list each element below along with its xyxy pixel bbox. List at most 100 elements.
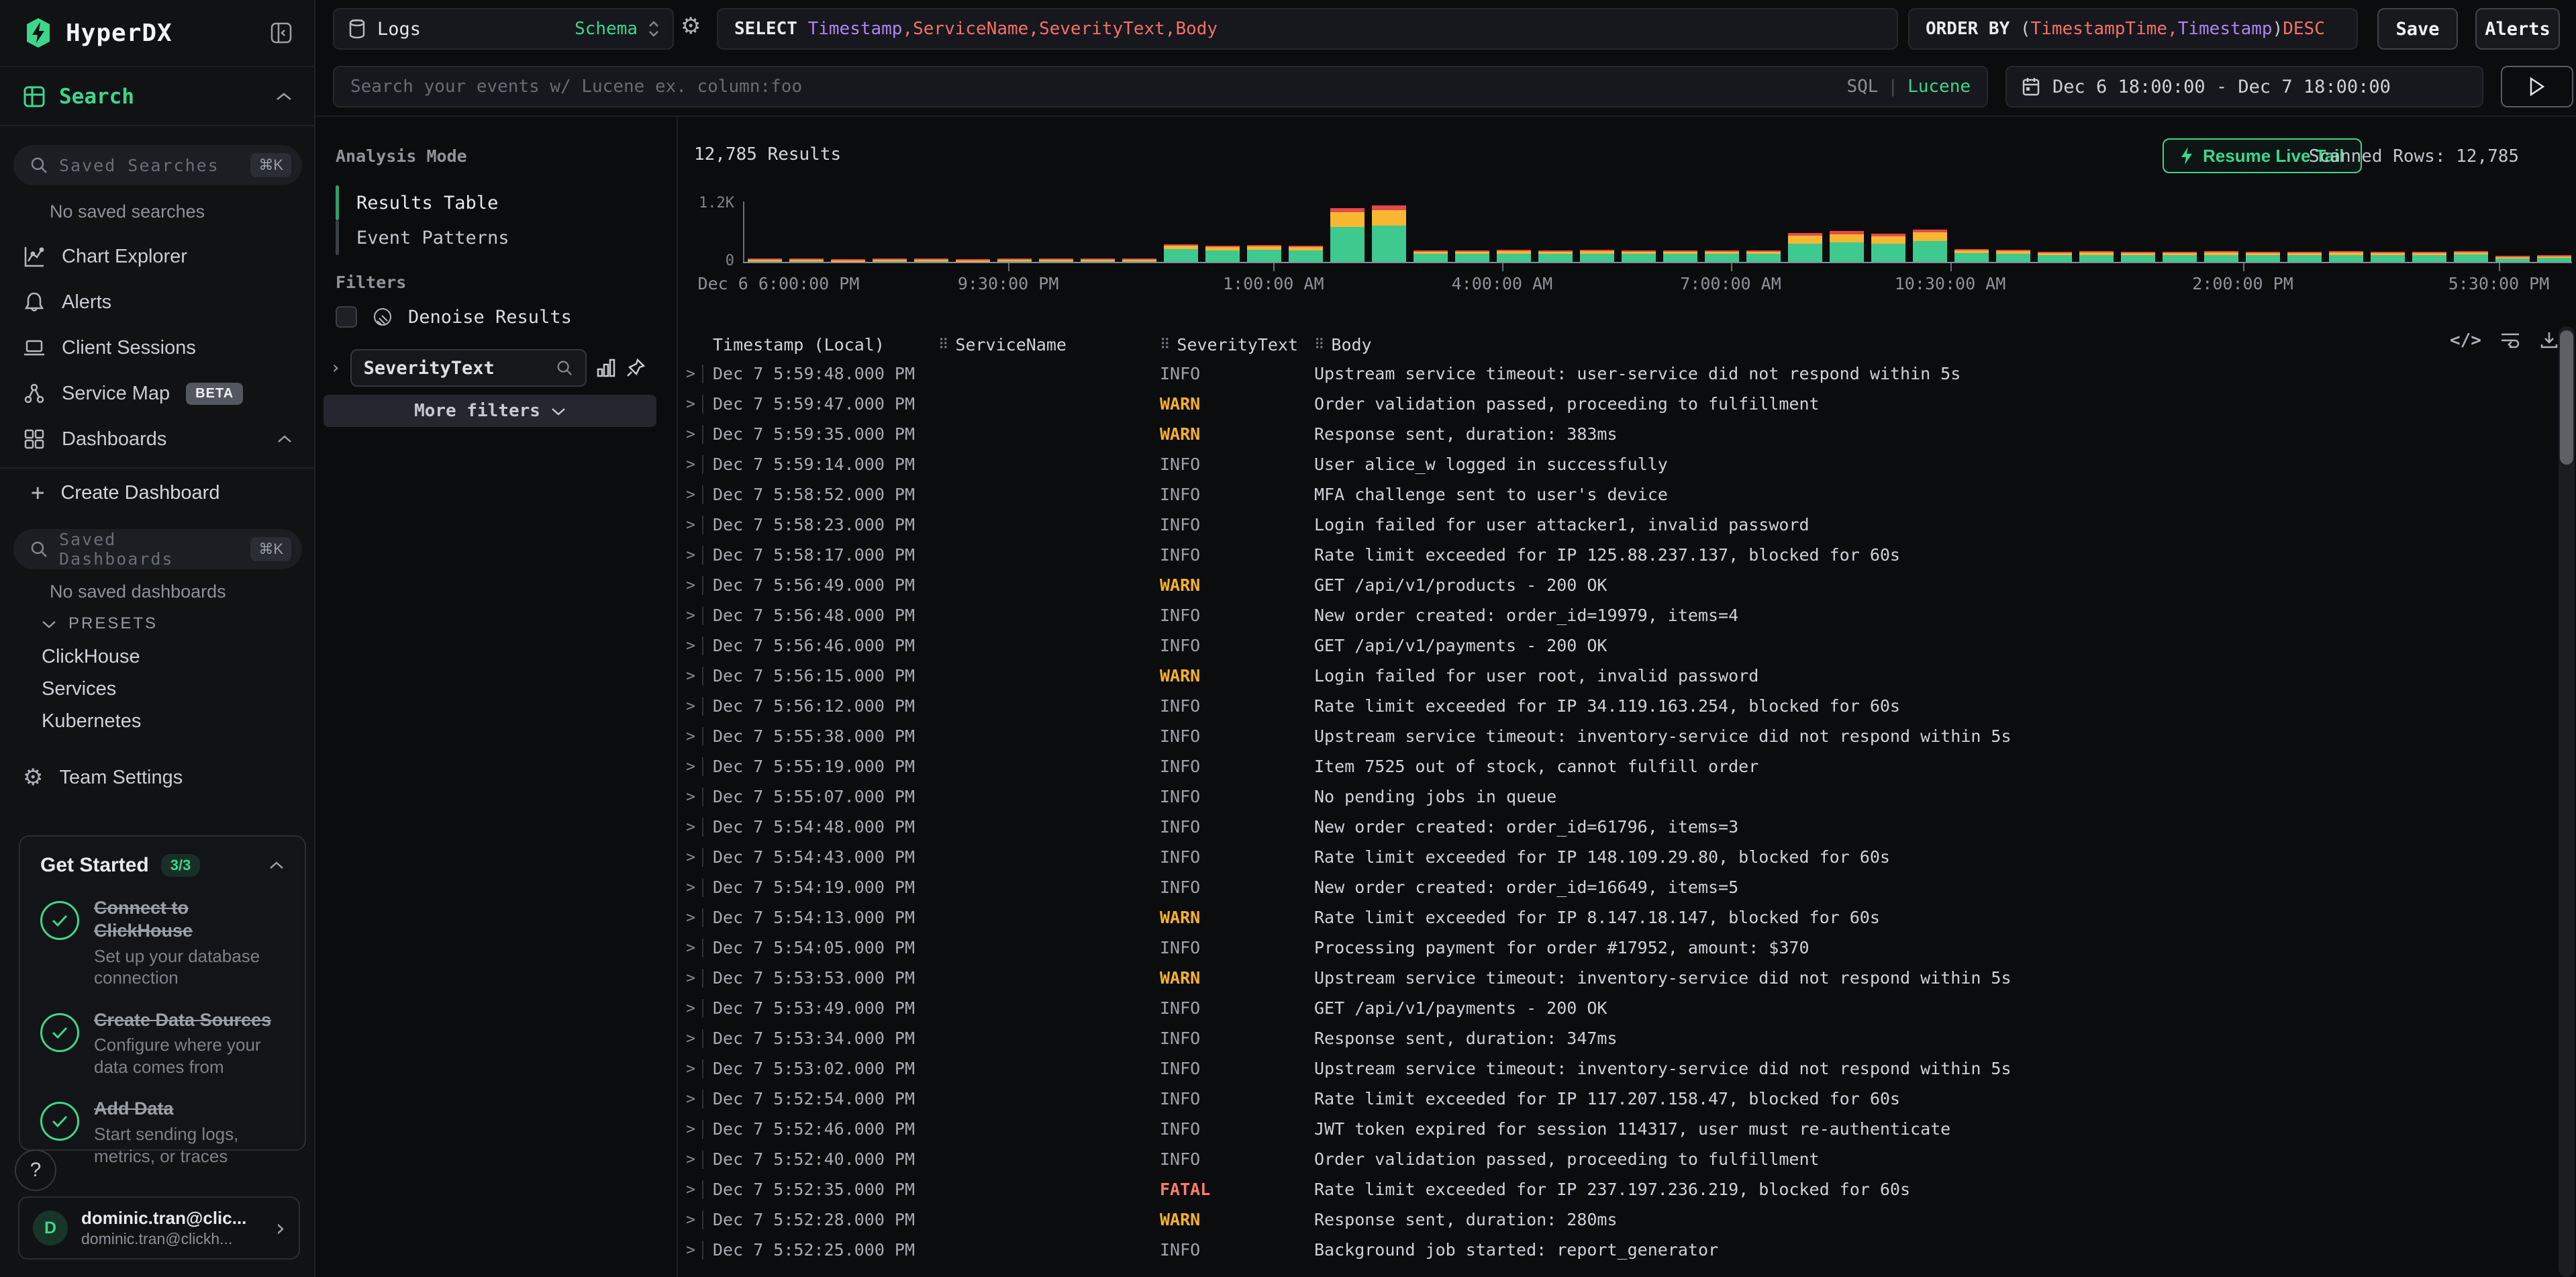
expand-row-chevron-icon[interactable]: > [679, 1060, 702, 1078]
orderby-clause-input[interactable]: ORDER BY (TimestampTime, Timestamp) DESC [1908, 8, 2358, 50]
expand-row-chevron-icon[interactable]: > [679, 667, 702, 685]
col-severitytext[interactable]: ⠿SeverityText [1160, 335, 1314, 354]
table-row[interactable]: >Dec 7 5:58:17.000 PMINFORate limit exce… [679, 540, 2559, 570]
expand-row-chevron-icon[interactable]: > [679, 365, 702, 383]
expand-row-chevron-icon[interactable]: > [679, 1241, 702, 1259]
histogram-bar[interactable] [1954, 249, 1989, 263]
histogram-bar[interactable] [1330, 208, 1365, 263]
get-started-step-add-data[interactable]: Add Data Start sending logs, metrics, or… [40, 1098, 285, 1167]
table-row[interactable]: >Dec 7 5:56:46.000 PMINFOGET /api/v1/pay… [679, 630, 2559, 661]
table-row[interactable]: >Dec 7 5:59:48.000 PMINFOUpstream servic… [679, 359, 2559, 389]
source-select[interactable]: Logs Schema [333, 8, 674, 50]
vertical-scrollbar[interactable] [2559, 326, 2575, 1277]
expand-row-chevron-icon[interactable]: > [679, 1030, 702, 1047]
sidebar-item-alerts[interactable]: Alerts [0, 281, 315, 324]
table-row[interactable]: >Dec 7 5:53:02.000 PMINFOUpstream servic… [679, 1053, 2559, 1084]
table-row[interactable]: >Dec 7 5:54:43.000 PMINFORate limit exce… [679, 842, 2559, 872]
table-row[interactable]: >Dec 7 5:55:07.000 PMINFONo pending jobs… [679, 782, 2559, 812]
table-row[interactable]: >Dec 7 5:54:48.000 PMINFONew order creat… [679, 812, 2559, 842]
expand-row-chevron-icon[interactable]: > [679, 637, 702, 655]
get-started-step-sources[interactable]: Create Data Sources Configure where your… [40, 1009, 285, 1078]
drag-handle-icon[interactable]: ⠿ [1160, 336, 1170, 352]
sidebar-item-chart-explorer[interactable]: Chart Explorer [0, 235, 315, 278]
bar-chart-icon[interactable] [596, 358, 616, 378]
histogram-bar[interactable] [1372, 205, 1406, 263]
language-sql-toggle[interactable]: SQL [1846, 77, 1878, 97]
collapse-sidebar-icon[interactable] [270, 21, 293, 44]
expand-row-chevron-icon[interactable]: > [679, 818, 702, 836]
expand-row-chevron-icon[interactable]: > [679, 1151, 702, 1168]
table-row[interactable]: >Dec 7 5:53:49.000 PMINFOGET /api/v1/pay… [679, 993, 2559, 1023]
table-row[interactable]: >Dec 7 5:52:54.000 PMINFORate limit exce… [679, 1084, 2559, 1114]
expand-row-chevron-icon[interactable]: > [679, 698, 702, 715]
sidebar-item-dashboards[interactable]: Dashboards [0, 418, 315, 461]
expand-row-chevron-icon[interactable]: > [679, 395, 702, 413]
drag-handle-icon[interactable]: ⠿ [938, 336, 948, 352]
mode-event-patterns[interactable]: Event Patterns [336, 220, 658, 255]
table-row[interactable]: >Dec 7 5:52:25.000 PMINFOBackground job … [679, 1235, 2559, 1265]
expand-row-chevron-icon[interactable]: > [679, 758, 702, 775]
more-filters-button[interactable]: More filters [324, 395, 656, 427]
get-started-step-connect[interactable]: Connect to ClickHouse Set up your databa… [40, 897, 285, 989]
table-row[interactable]: >Dec 7 5:56:49.000 PMWARNGET /api/v1/pro… [679, 570, 2559, 600]
histogram-bar[interactable] [1788, 233, 1822, 263]
col-timestamp[interactable]: Timestamp (Local) [713, 335, 938, 354]
language-lucene-toggle[interactable]: Lucene [1908, 77, 1971, 97]
expand-row-chevron-icon[interactable]: > [679, 1211, 702, 1229]
table-row[interactable]: >Dec 7 5:54:05.000 PMINFOProcessing paym… [679, 933, 2559, 963]
table-row[interactable]: >Dec 7 5:54:19.000 PMINFONew order creat… [679, 872, 2559, 902]
col-body[interactable]: ⠿Body [1314, 335, 2559, 354]
sidebar-item-client-sessions[interactable]: Client Sessions [0, 326, 315, 369]
run-query-button[interactable] [2501, 66, 2573, 107]
table-row[interactable]: >Dec 7 5:52:46.000 PMINFOJWT token expir… [679, 1114, 2559, 1144]
expand-row-chevron-icon[interactable]: > [679, 547, 702, 564]
denoise-checkbox[interactable] [336, 306, 357, 328]
pin-icon[interactable] [626, 358, 646, 378]
saved-searches-input[interactable]: Saved Searches ⌘K [13, 145, 302, 185]
chevron-up-icon[interactable] [275, 91, 293, 102]
preset-services[interactable]: Services [42, 678, 116, 700]
table-row[interactable]: >Dec 7 5:59:35.000 PMWARNResponse sent, … [679, 419, 2559, 449]
histogram-bar[interactable] [1871, 234, 1905, 263]
sidebar-item-team-settings[interactable]: ⚙ Team Settings [0, 756, 315, 799]
expand-row-chevron-icon[interactable]: > [679, 607, 702, 624]
expand-row-chevron-icon[interactable]: > [679, 728, 702, 745]
save-button[interactable]: Save [2377, 8, 2458, 50]
table-row[interactable]: >Dec 7 5:52:40.000 PMINFOOrder validatio… [679, 1144, 2559, 1174]
user-menu[interactable]: D dominic.tran@clic... dominic.tran@clic… [18, 1196, 300, 1260]
expand-row-chevron-icon[interactable]: > [679, 879, 702, 896]
table-row[interactable]: >Dec 7 5:55:19.000 PMINFOItem 7525 out o… [679, 751, 2559, 782]
expand-row-chevron-icon[interactable]: > [679, 456, 702, 473]
saved-dashboards-input[interactable]: Saved Dashboards ⌘K [13, 529, 302, 569]
expand-row-chevron-icon[interactable]: > [679, 577, 702, 594]
expand-row-chevron-icon[interactable]: > [679, 486, 702, 504]
facet-search-input[interactable]: SeverityText [350, 349, 587, 387]
chevron-up-icon[interactable] [268, 861, 285, 870]
source-settings-gear-icon[interactable]: ⚙ [681, 15, 701, 38]
expand-row-chevron-icon[interactable]: > [679, 426, 702, 443]
alerts-button[interactable]: Alerts [2475, 8, 2560, 50]
preset-kubernetes[interactable]: Kubernetes [42, 710, 141, 732]
expand-row-chevron-icon[interactable]: > [679, 1000, 702, 1017]
expand-row-chevron-icon[interactable]: > [679, 516, 702, 534]
table-row[interactable]: >Dec 7 5:58:52.000 PMINFOMFA challenge s… [679, 479, 2559, 510]
chevron-up-icon[interactable] [277, 434, 293, 444]
date-range-picker[interactable]: Dec 6 18:00:00 - Dec 7 18:00:00 [2005, 66, 2483, 107]
scrollbar-thumb[interactable] [2560, 330, 2573, 465]
expand-row-chevron-icon[interactable]: > [679, 1181, 702, 1198]
drag-handle-icon[interactable]: ⠿ [1314, 336, 1324, 352]
table-row[interactable]: >Dec 7 5:54:13.000 PMWARNRate limit exce… [679, 902, 2559, 933]
expand-row-chevron-icon[interactable]: > [679, 969, 702, 987]
table-row[interactable]: >Dec 7 5:59:47.000 PMWARNOrder validatio… [679, 389, 2559, 419]
expand-row-chevron-icon[interactable]: > [679, 788, 702, 806]
select-clause-input[interactable]: SELECT Timestamp,ServiceName,SeverityTex… [717, 8, 1898, 50]
create-dashboard-button[interactable]: + Create Dashboard [0, 474, 315, 512]
chevron-right-icon[interactable]: › [330, 358, 341, 378]
histogram-bar[interactable] [1164, 244, 1198, 263]
event-search-input[interactable]: Search your events w/ Lucene ex. column:… [333, 66, 1988, 107]
table-row[interactable]: >Dec 7 5:56:12.000 PMINFORate limit exce… [679, 691, 2559, 721]
sidebar-item-search[interactable]: Search [0, 68, 315, 126]
histogram-bar[interactable] [1913, 230, 1947, 263]
expand-row-chevron-icon[interactable]: > [679, 939, 702, 957]
expand-row-chevron-icon[interactable]: > [679, 849, 702, 866]
